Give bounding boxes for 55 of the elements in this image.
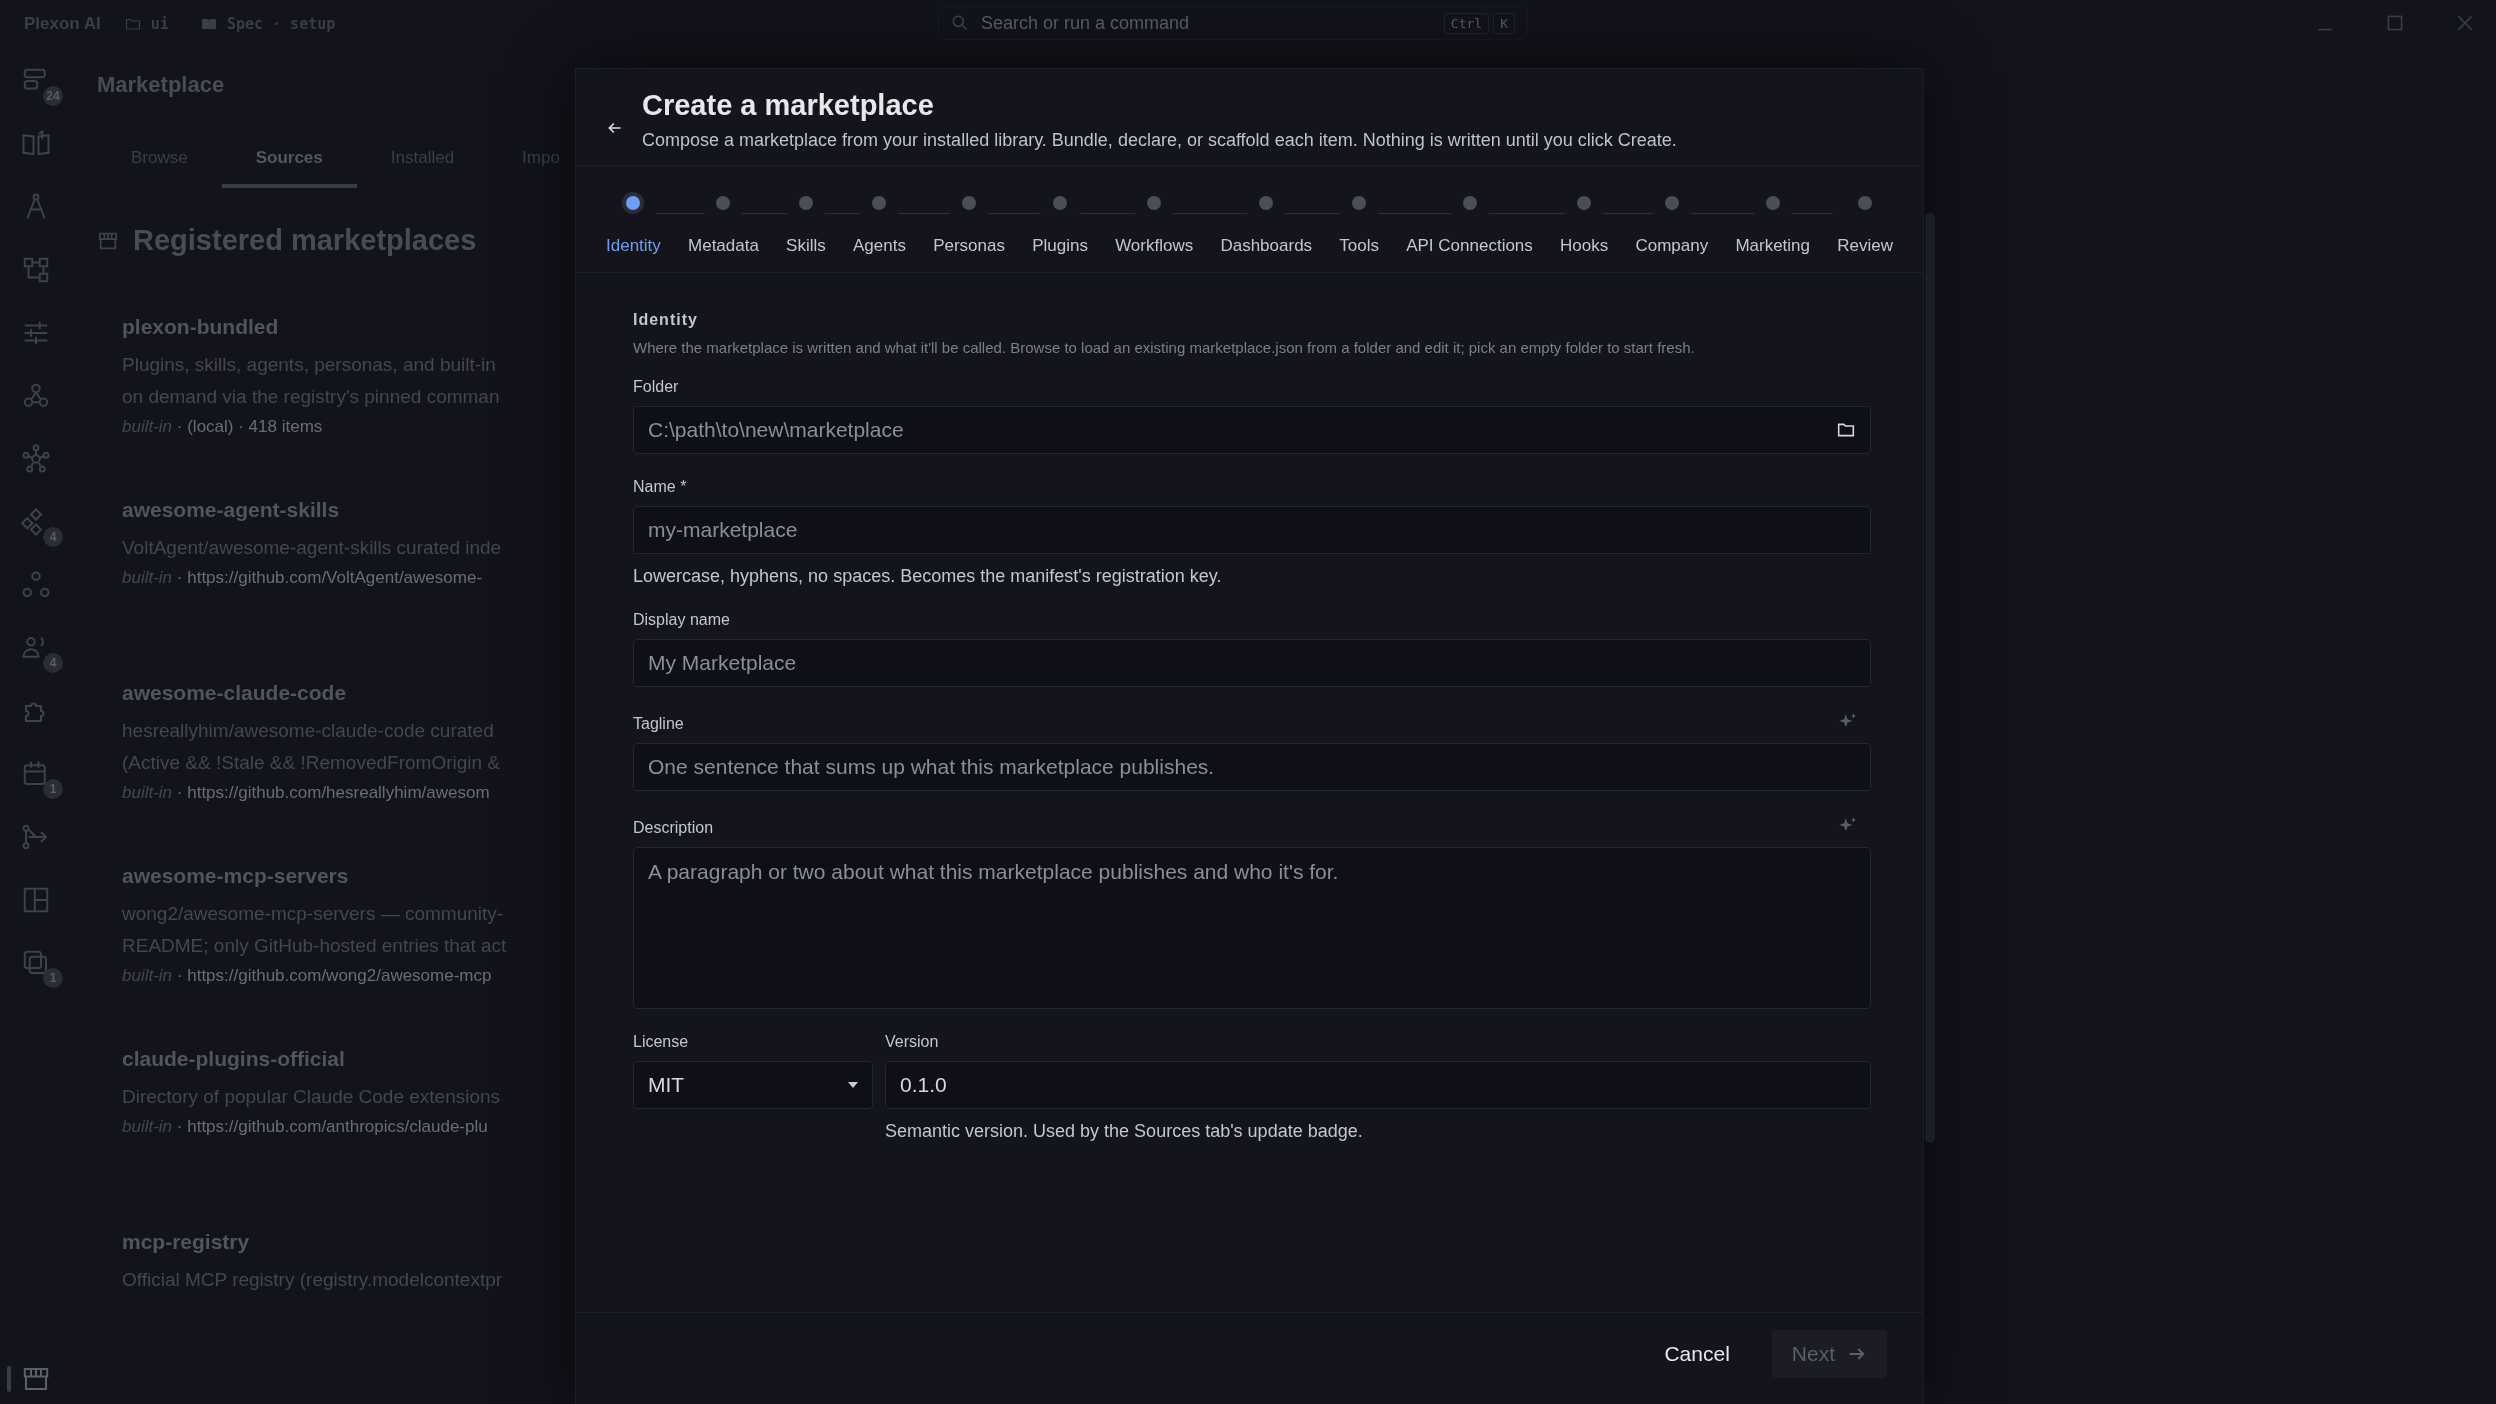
- step-tab[interactable]: Marketing: [1735, 196, 1811, 256]
- field-hint: Semantic version. Used by the Sources tab's update badge.: [885, 1121, 1364, 1142]
- license-dropdown[interactable]: MIT: [633, 1061, 873, 1109]
- search-placeholder: Search or run a command: [981, 12, 1191, 34]
- source-detail: · (local) · 418 items: [176, 417, 323, 436]
- nodes-icon: [21, 570, 51, 600]
- field-label: Folder: [633, 378, 679, 396]
- shortcut-key: Ctrl: [1443, 12, 1490, 34]
- step-tab[interactable]: Tools: [1339, 196, 1379, 256]
- dialog-title: Create a marketplace: [642, 89, 935, 122]
- step-tab[interactable]: API Connections: [1406, 196, 1533, 256]
- step-tab[interactable]: Metadata: [688, 196, 759, 256]
- text-field[interactable]: 0.1.0: [885, 1061, 1871, 1109]
- folder-icon[interactable]: [1837, 421, 1855, 439]
- step-tab[interactable]: Skills: [786, 196, 826, 256]
- folder-field[interactable]: C:\path\to\new\marketplace: [633, 406, 1871, 454]
- source-detail: · https://github.com/hesreallyhim/awesom: [176, 783, 490, 802]
- field-label: Display name: [633, 611, 730, 629]
- network-icon: [21, 444, 51, 474]
- text-field[interactable]: my-marketplace: [633, 506, 1871, 554]
- step-tab[interactable]: Plugins: [1032, 196, 1088, 256]
- field-hint: Lowercase, hyphens, no spaces. Becomes the manifest's registration key.: [633, 566, 1223, 587]
- field-label: Description: [633, 819, 714, 837]
- step-tab[interactable]: Hooks: [1560, 196, 1609, 256]
- layout-icon: [21, 885, 51, 915]
- shortcut-key: K: [1493, 12, 1515, 34]
- dialog-subtitle: Compose a marketplace from your installed library. Bundle, declare, or scaffold each item. Nothing is written until you click Create.: [642, 130, 1677, 151]
- field-label: Version: [885, 1033, 939, 1051]
- section-description: Where the marketplace is written and what it'll be called. Browse to load an existing marketplace.json from a folder and edit it; pick an empty folder to start fresh.: [633, 339, 1696, 356]
- section-heading: Identity: [633, 311, 699, 329]
- section-title: Registered marketplaces: [133, 224, 477, 257]
- source-detail: · https://github.com/anthropics/claude-plu: [176, 1117, 488, 1136]
- description-field[interactable]: A paragraph or two about what this marketplace publishes and who it's for.: [633, 847, 1871, 1009]
- step-tab[interactable]: Identity: [606, 196, 661, 256]
- field-label: Name *: [633, 478, 687, 496]
- field-label: License: [633, 1033, 689, 1051]
- page-title: Marketplace: [97, 72, 226, 98]
- search-icon: [951, 14, 969, 32]
- hierarchy-icon: [21, 255, 51, 285]
- text-field[interactable]: One sentence that sums up what this marketplace publishes.: [633, 743, 1871, 791]
- field-label: Tagline: [633, 715, 684, 733]
- folder-icon: [124, 16, 141, 32]
- step-tab[interactable]: Company: [1635, 196, 1709, 256]
- source-detail: · https://github.com/VoltAgent/awesome-: [176, 568, 483, 587]
- step-tab[interactable]: Agents: [853, 196, 906, 256]
- tab[interactable]: Sources: [221, 148, 357, 188]
- cancel-button[interactable]: Cancel: [1658, 1341, 1736, 1367]
- text-field[interactable]: My Marketplace: [633, 639, 1871, 687]
- step-tab[interactable]: Dashboards: [1220, 196, 1313, 256]
- step-tab[interactable]: Personas: [933, 196, 1005, 256]
- search-field[interactable]: Search or run a command Ctrl K: [938, 6, 1528, 40]
- source-detail: · https://github.com/wong2/awesome-mcp: [176, 966, 492, 985]
- caret-icon: [848, 1082, 858, 1088]
- step-tab[interactable]: Review: [1837, 196, 1893, 256]
- step-tab[interactable]: Workflows: [1115, 196, 1194, 256]
